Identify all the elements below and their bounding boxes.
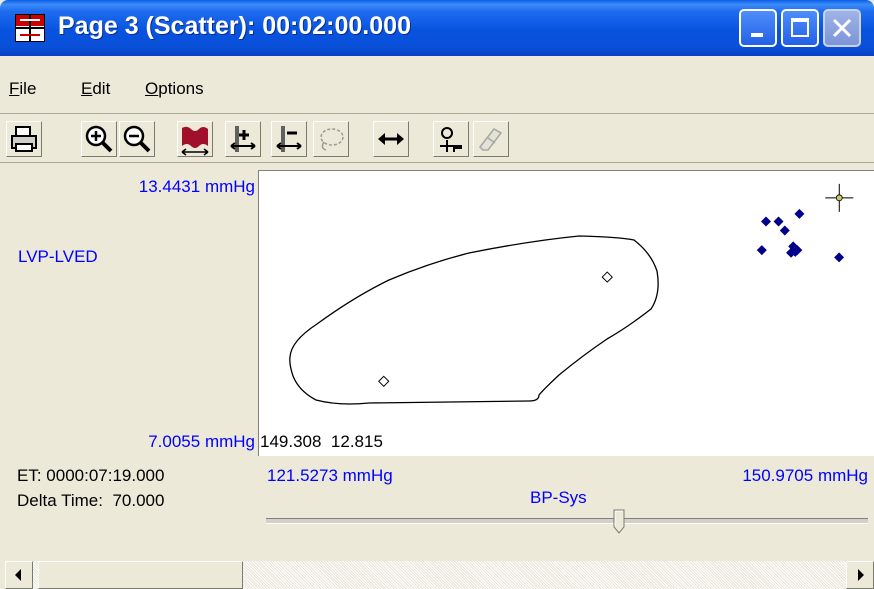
menu-options[interactable]: Options [145,79,204,99]
data-point [756,245,767,256]
cursor-readout-y: 12.815 [330,432,383,451]
x-axis-max-label: 150.9705 mmHg [742,466,868,485]
minimize-icon [751,33,763,37]
menu-edit-label: Edit [81,79,111,98]
maximize-button[interactable] [781,9,819,47]
data-point [794,208,805,219]
maximize-icon [791,18,809,37]
delta-time-value: 70.000 [112,491,165,510]
delta-time: Delta Time: 70.000 [17,491,164,511]
scatter-plot[interactable] [259,171,874,456]
expand-horizontal-icon [230,126,256,152]
zoom-in-icon [85,125,113,153]
cursor-readout: 149.308 12.815 [260,432,383,452]
lasso-icon [320,128,344,151]
data-point [773,216,784,227]
time-slider-thumb[interactable] [613,509,625,534]
zoom-in-button[interactable] [81,121,117,157]
selection-vertex-marker[interactable] [601,271,613,283]
toolbar-divider [0,162,874,163]
right-arrow-icon [858,569,864,581]
zoom-out-icon [123,125,151,153]
eraser-icon [479,128,503,151]
y-axis-min-label: 7.0055 mmHg [148,432,255,451]
close-button[interactable] [823,9,861,47]
time-slider-track[interactable] [266,518,868,524]
menu-file[interactable]: File [9,79,36,99]
horizontal-arrows-button[interactable] [373,121,409,157]
print-button[interactable] [6,121,42,157]
window-title: Page 3 (Scatter): 00:02:00.000 [58,12,411,40]
title-bar[interactable]: Page 3 (Scatter): 00:02:00.000 [0,0,874,56]
menu-options-label: Options [145,79,204,98]
scroll-thumb[interactable] [38,561,243,589]
eraser-button[interactable] [473,121,509,157]
data-point [834,252,845,263]
lasso-button[interactable] [313,121,349,157]
elapsed-time: ET: 0000:07:19.000 [17,466,165,485]
zoom-out-button[interactable] [119,121,155,157]
compress-horizontal-icon [276,126,302,152]
menu-edit[interactable]: Edit [81,79,110,99]
horizontal-scrollbar[interactable] [5,561,874,589]
scatter-window: Page 3 (Scatter): 00:02:00.000 File Edit… [0,0,874,589]
marker-icon [440,127,462,152]
data-point [779,225,790,236]
x-axis-min-label: 121.5273 mmHg [267,466,393,485]
printer-icon [11,126,37,152]
close-icon [832,18,852,38]
selection-vertex-marker[interactable] [378,375,390,388]
scroll-right-button[interactable] [846,561,874,589]
compress-horizontal-button[interactable] [271,121,307,157]
app-icon [15,14,45,42]
x-axis-channel-label[interactable]: BP-Sys [530,488,587,508]
crosshair-center [835,194,843,202]
menu-bar: File Edit Options [0,75,874,103]
expand-horizontal-button[interactable] [225,121,261,157]
marker-button[interactable] [433,121,469,157]
minimize-button[interactable] [739,9,777,47]
left-arrow-icon [15,569,21,581]
menu-file-label: File [9,79,37,98]
menu-divider [0,113,874,114]
y-axis-max-label: 13.4431 mmHg [138,177,255,196]
data-point [761,216,772,227]
scroll-left-button[interactable] [5,561,33,589]
autoscale-button[interactable] [177,121,213,157]
toolbar [0,118,874,160]
autoscale-icon [181,126,209,156]
horizontal-arrows-icon [378,133,404,145]
scatter-plot-area[interactable] [258,170,874,456]
y-axis-channel-label[interactable]: LVP-LVED [18,247,98,267]
selection-region[interactable] [289,235,659,405]
cursor-readout-x: 149.308 [260,432,322,451]
delta-time-label: Delta Time: [17,491,103,510]
